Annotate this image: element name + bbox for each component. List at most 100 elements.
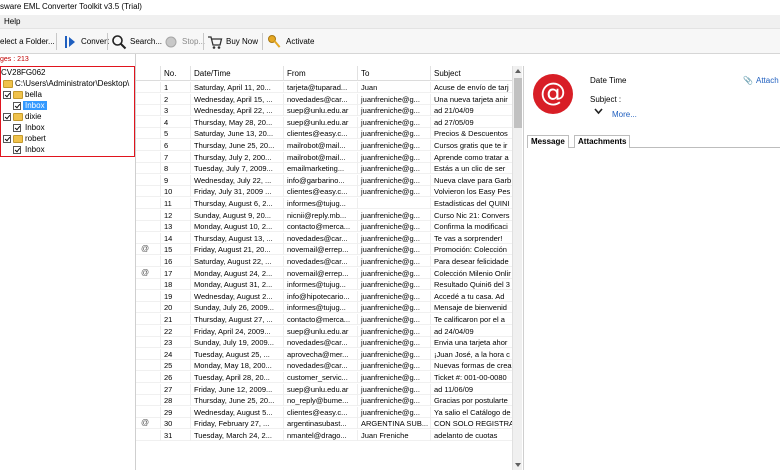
column-datetime[interactable]: Date/Time	[190, 66, 283, 81]
cell-no: 13	[160, 221, 190, 233]
table-row[interactable]: 16 Saturday, August 22, ... novedades@car.…	[136, 256, 512, 267]
stop-button[interactable]: Stop...	[163, 33, 205, 50]
table-row[interactable]: @15 Friday, August 21, 20... novemail@erre…	[136, 244, 512, 256]
scroll-down-arrow-icon[interactable]	[515, 463, 521, 467]
table-row[interactable]: 11 Thursday, August 6, 2... informes@tujug…	[136, 198, 512, 209]
tree-inbox-robert[interactable]: Inbox	[13, 144, 47, 155]
cell-subject: Gracias por postularte	[430, 395, 512, 407]
table-row[interactable]: 2 Wednesday, April 15, ... novedades@car..…	[136, 93, 512, 105]
checkbox[interactable]	[13, 123, 21, 132]
menu-help[interactable]: Help	[4, 17, 20, 26]
inbox-label: Inbox	[25, 145, 45, 154]
cell-subject: Ya salio el Catálogo de	[430, 406, 512, 418]
chevron-down-icon[interactable]	[594, 108, 603, 117]
tree-folder-dixie[interactable]: dixie	[3, 111, 41, 122]
cell-from: novedades@car...	[283, 93, 357, 105]
convert-button[interactable]: Convert	[62, 33, 109, 50]
cell-subject: Promoción: Colección	[430, 244, 512, 256]
table-row[interactable]: 28 Thursday, June 25, 20... no_reply@bume.…	[136, 395, 512, 407]
search-button[interactable]: Search...	[111, 33, 162, 50]
cell-to: juanfreniche@g...	[357, 256, 430, 267]
cell-date: Saturday, August 22, ...	[190, 256, 283, 267]
table-row[interactable]: 5 Saturday, June 13, 20... clientes@easy.c…	[136, 128, 512, 140]
paperclip-icon: 📎	[743, 76, 753, 85]
activate-label: Activate	[286, 37, 315, 46]
cell-from: emailmarketing...	[283, 163, 357, 175]
table-row[interactable]: 3 Wednesday, April 22, ... suep@unlu.edu.a…	[136, 105, 512, 117]
toolbar-divider	[203, 33, 204, 50]
table-row[interactable]: 14 Thursday, August 13, ... novedades@car.…	[136, 232, 512, 244]
table-row[interactable]: 24 Tuesday, August 25, ... aprovecha@mer..…	[136, 348, 512, 360]
table-row[interactable]: 31 Tuesday, March 24, 2... nmantel@drago..…	[136, 430, 512, 441]
buy-now-button[interactable]: Buy Now	[207, 33, 258, 50]
table-row[interactable]: 19 Wednesday, August 2... info@hipotecario…	[136, 290, 512, 302]
cell-from: novedades@car...	[283, 337, 357, 349]
tree-path[interactable]: C:\Users\Administrator\Desktop\	[3, 78, 129, 89]
table-row[interactable]: 18 Monday, August 31, 2... informes@tujug.…	[136, 279, 512, 291]
cell-subject: Estadísticas del QUINI	[430, 198, 512, 209]
tree-folder-robert[interactable]: robert	[3, 133, 46, 144]
table-row[interactable]: 23 Sunday, July 19, 2009... novedades@car.…	[136, 337, 512, 349]
email-list-scrollbar[interactable]	[512, 66, 522, 470]
table-row[interactable]: 22 Friday, April 24, 2009... suep@unlu.edu…	[136, 325, 512, 337]
cell-from: info@garbarino...	[283, 174, 357, 186]
checkbox[interactable]	[3, 112, 11, 121]
table-row[interactable]: 12 Sunday, August 9, 20... nicnii@reply.mb…	[136, 209, 512, 221]
cell-subject: Aprende como tratar a	[430, 151, 512, 163]
table-row[interactable]: 29 Wednesday, August 5... clientes@easy.c.…	[136, 406, 512, 418]
checkbox[interactable]	[3, 134, 11, 143]
cell-to: juanfreniche@g...	[357, 244, 430, 256]
table-row[interactable]: 21 Thursday, August 27, ... contacto@merca…	[136, 314, 512, 325]
table-row[interactable]: 26 Tuesday, April 28, 20... customer_servi…	[136, 372, 512, 383]
checkbox[interactable]	[13, 145, 21, 154]
table-row[interactable]: 7 Thursday, July 2, 200... mailrobot@mail.…	[136, 151, 512, 163]
table-row[interactable]: @17 Monday, August 24, 2... novemail@errep…	[136, 267, 512, 279]
table-row[interactable]: 27 Friday, June 12, 2009... suep@unlu.edu.…	[136, 383, 512, 395]
table-row[interactable]: 9 Wednesday, July 22, ... info@garbarino..…	[136, 174, 512, 186]
tree-folder-bella[interactable]: bella	[3, 89, 42, 100]
column-no[interactable]: No.	[160, 66, 190, 81]
cell-to: juanfreniche@g...	[357, 372, 430, 383]
table-row[interactable]: 20 Sunday, July 26, 2009... informes@tujug…	[136, 302, 512, 314]
cell-from: contacto@merca...	[283, 221, 357, 233]
tab-attachments[interactable]: Attachments	[574, 135, 631, 148]
cell-subject: Una nueva tarjeta anir	[430, 93, 512, 105]
tree-inbox-dixie[interactable]: Inbox	[13, 122, 47, 133]
attachments-link[interactable]: Attach	[756, 76, 779, 85]
table-row[interactable]: 25 Monday, May 18, 200... novedades@car...…	[136, 360, 512, 372]
table-row[interactable]: 4 Thursday, May 28, 20... suep@unlu.edu.ar…	[136, 116, 512, 128]
cell-date: Wednesday, July 22, ...	[190, 174, 283, 186]
table-row[interactable]: @30 Friday, February 27, ... argentinasuba…	[136, 418, 512, 430]
more-link[interactable]: More...	[612, 110, 637, 119]
table-row[interactable]: 8 Tuesday, July 7, 2009... emailmarketing.…	[136, 163, 512, 175]
search-icon	[111, 34, 127, 50]
column-to[interactable]: To	[357, 66, 430, 81]
subject-label: Subject :	[590, 95, 622, 104]
cell-from: suep@unlu.edu.ar	[283, 105, 357, 117]
cell-subject: Precios & Descuentos	[430, 128, 512, 140]
cell-to: juanfreniche@g...	[357, 128, 430, 140]
key-icon	[267, 34, 283, 50]
cell-date: Tuesday, August 25, ...	[190, 348, 283, 360]
select-folder-button[interactable]: elect a Folder...	[0, 33, 55, 50]
checkbox[interactable]	[13, 101, 21, 110]
column-subject[interactable]: Subject	[430, 66, 512, 81]
tab-message[interactable]: Message	[527, 135, 569, 148]
cell-no: 14	[160, 232, 190, 244]
scroll-up-arrow-icon[interactable]	[515, 69, 521, 73]
cell-to: Juan	[357, 82, 430, 93]
table-row[interactable]: 13 Monday, August 10, 2... contacto@merca.…	[136, 221, 512, 233]
table-row[interactable]: 6 Thursday, June 25, 20... mailrobot@mail.…	[136, 140, 512, 151]
scrollbar-thumb[interactable]	[514, 78, 522, 128]
table-row[interactable]: 1 Saturday, April 11, 20... tarjeta@tupara…	[136, 82, 512, 93]
tree-inbox-bella[interactable]: Inbox	[13, 100, 47, 111]
column-from[interactable]: From	[283, 66, 357, 81]
activate-button[interactable]: Activate	[267, 33, 314, 50]
checkbox[interactable]	[3, 90, 11, 99]
tree-root[interactable]: CV28FG062	[1, 67, 45, 78]
cell-from: informes@tujug...	[283, 198, 357, 209]
cell-subject: CON SOLO REGISTRAI	[430, 418, 512, 430]
table-row[interactable]: 10 Friday, July 31, 2009 ... clientes@easy…	[136, 186, 512, 198]
cell-subject: Curso Nic 21: Convers	[430, 209, 512, 221]
cell-subject: Acuse de envío de tarj	[430, 82, 512, 93]
